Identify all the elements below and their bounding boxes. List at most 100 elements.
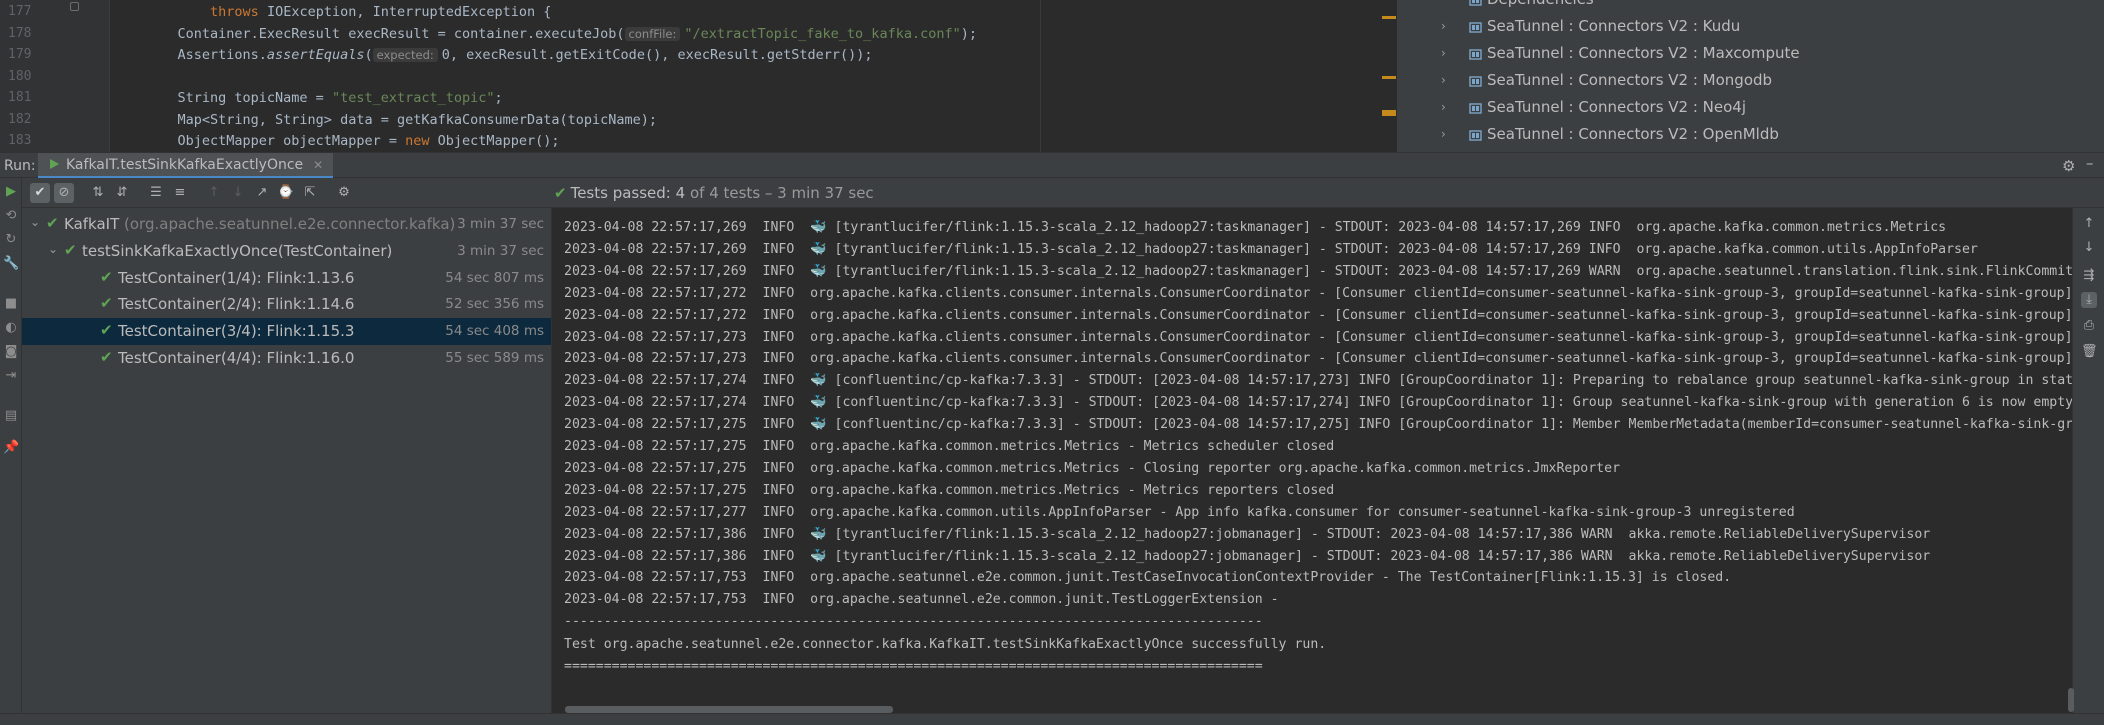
rerun-debug-icon[interactable]: ◐ bbox=[3, 320, 19, 336]
log-level: INFO bbox=[762, 504, 795, 520]
run-tool-window-header: Run: KafkaIT.testSinkKafkaExactlyOnce ✕ ⚙… bbox=[0, 152, 2104, 179]
log-message: [tyrantlucifer/flink:1.15.3-scala_2.12_h… bbox=[834, 526, 1931, 542]
log-level: INFO bbox=[762, 592, 795, 608]
project-tree[interactable]: Dependencies › SeaTunnel : Connectors V2 :… bbox=[1396, 0, 2104, 152]
fold-icon[interactable] bbox=[70, 2, 79, 11]
code-line[interactable]: Assertions.assertEquals(expected: 0, exec… bbox=[145, 47, 873, 63]
console-line: 2023-04-08 22:57:17,277 INFO org.apache.… bbox=[564, 505, 1795, 520]
test-tree-row[interactable]: ✔ TestContainer(2/4): Flink:1.14.6 52 sec… bbox=[22, 291, 551, 318]
project-tree-item[interactable]: › SeaTunnel : Connectors V2 : OpenMldb bbox=[1397, 122, 2104, 148]
expand-all-icon[interactable]: ☰ bbox=[146, 183, 166, 203]
code-line[interactable]: throws IOException, InterruptedException… bbox=[145, 4, 551, 20]
code-line[interactable]: Container.ExecResult execResult = contai… bbox=[145, 26, 977, 42]
previous-failed-icon[interactable]: ↑ bbox=[204, 183, 224, 203]
minimize-icon[interactable]: – bbox=[2086, 154, 2094, 172]
code-line[interactable]: Map<String, String> data = getKafkaConsu… bbox=[145, 111, 658, 128]
code-token: throws bbox=[210, 4, 259, 20]
console-line: 2023-04-08 22:57:17,386 INFO 🐳 [tyrantlu… bbox=[564, 549, 1930, 564]
horizontal-scrollbar[interactable] bbox=[565, 706, 893, 713]
scroll-down-icon[interactable]: ↓ bbox=[2081, 240, 2097, 256]
run-tab-title: KafkaIT.testSinkKafkaExactlyOnce bbox=[66, 157, 304, 173]
warning-marker[interactable] bbox=[1382, 110, 1396, 116]
sort-alpha-icon[interactable]: ⇅ bbox=[88, 183, 108, 203]
code-token: Map<String, String> data = getKafkaConsu… bbox=[145, 111, 658, 128]
print-icon[interactable]: ⎙ bbox=[2081, 318, 2097, 334]
log-timestamp: 2023-04-08 22:57:17,269 bbox=[564, 263, 747, 279]
project-tree-item[interactable]: › SeaTunnel : Connectors V2 : Maxcompute bbox=[1397, 41, 2104, 67]
test-duration: 52 sec 356 ms bbox=[445, 296, 544, 313]
chevron-down-icon[interactable]: ⌄ bbox=[48, 242, 58, 256]
clear-all-icon[interactable]: 🗑 bbox=[2081, 344, 2098, 360]
close-tab-icon[interactable]: ✕ bbox=[313, 158, 323, 172]
line-number: 178 bbox=[8, 25, 32, 41]
chevron-right-icon[interactable]: › bbox=[1441, 100, 1446, 114]
warning-marker[interactable] bbox=[1382, 76, 1396, 79]
pin-icon[interactable]: 📌 bbox=[3, 440, 19, 456]
console-separator: ========================================… bbox=[564, 659, 1263, 675]
project-tree-item[interactable]: › SeaTunnel : Connectors V2 : Kudu bbox=[1397, 14, 2104, 40]
rerun-icon[interactable]: ▶ bbox=[3, 184, 19, 200]
next-failed-icon[interactable]: ↓ bbox=[228, 183, 248, 203]
log-message: [tyrantlucifer/flink:1.15.3-scala_2.12_h… bbox=[834, 263, 2072, 279]
collapse-all-icon[interactable]: ≡ bbox=[170, 183, 190, 203]
console-line: 2023-04-08 22:57:17,274 INFO 🐳 [confluen… bbox=[564, 373, 2072, 388]
history-icon[interactable]: ⌚ bbox=[276, 183, 296, 203]
export-icon[interactable]: ⇱ bbox=[300, 183, 320, 203]
chevron-right-icon[interactable]: › bbox=[1441, 127, 1446, 141]
project-tree-item[interactable]: › SeaTunnel : Connectors V2 : Neo4j bbox=[1397, 95, 2104, 121]
import-tests-icon[interactable]: ↗ bbox=[252, 183, 272, 203]
settings-icon[interactable]: ⚙ bbox=[334, 183, 354, 203]
console-right-toolbar: ↑ ↓ ⇶ ⤓ ⎙ 🗑 bbox=[2072, 208, 2104, 713]
test-tree-row[interactable]: ✔ TestContainer(1/4): Flink:1.13.6 54 sec… bbox=[22, 265, 551, 292]
code-editor[interactable]: 177 178 179 180 181 182 183 throws IOException… bbox=[0, 0, 1396, 152]
sort-duration-icon[interactable]: ⇵ bbox=[112, 183, 132, 203]
test-tree[interactable]: ⌄ ✔ KafkaIT (org.apache.seatunnel.e2e.conn… bbox=[22, 208, 552, 713]
gear-icon[interactable]: ⚙ bbox=[2062, 157, 2075, 175]
console-output[interactable]: 2023-04-08 22:57:17,269 INFO 🐳 [tyrantlu… bbox=[552, 208, 2072, 713]
project-tree-item[interactable]: › SeaTunnel : Connectors V2 : Mongodb bbox=[1397, 68, 2104, 94]
warning-marker[interactable] bbox=[1382, 16, 1396, 19]
code-token: "test_extract_topic" bbox=[331, 90, 495, 106]
chevron-right-icon[interactable]: › bbox=[1441, 73, 1446, 87]
test-tree-row[interactable]: ⌄ ✔ KafkaIT (org.apache.seatunnel.e2e.conn… bbox=[22, 211, 551, 238]
test-tree-row[interactable]: ✔ TestContainer(3/4): Flink:1.15.3 54 sec… bbox=[22, 318, 551, 346]
vertical-scrollbar[interactable] bbox=[2068, 688, 2074, 712]
run-tab[interactable]: KafkaIT.testSinkKafkaExactlyOnce ✕ bbox=[38, 153, 334, 179]
module-icon bbox=[1469, 22, 1482, 33]
log-timestamp: 2023-04-08 22:57:17,274 bbox=[564, 373, 747, 389]
project-tree-label: SeaTunnel : Connectors V2 : Mongodb bbox=[1487, 71, 1773, 89]
scroll-to-end-icon[interactable]: ⤓ bbox=[2081, 292, 2097, 308]
log-level: INFO bbox=[762, 373, 795, 389]
stop-icon[interactable]: ■ bbox=[3, 296, 19, 312]
chevron-right-icon[interactable]: › bbox=[1441, 46, 1446, 60]
project-tree-item[interactable]: Dependencies bbox=[1397, 0, 2104, 13]
test-name: TestContainer(4/4): Flink:1.16.0 bbox=[118, 349, 355, 367]
console-separator: ----------------------------------------… bbox=[564, 614, 1263, 630]
code-token: "/extractTopic_fake_to_kafka.conf" bbox=[684, 25, 961, 42]
exit-icon[interactable]: ⇥ bbox=[3, 368, 19, 384]
settings-wrench-icon[interactable]: 🔧 bbox=[3, 256, 19, 272]
scroll-up-icon[interactable]: ↑ bbox=[2081, 216, 2097, 232]
rerun-failed-icon[interactable]: ⟲ bbox=[3, 208, 19, 224]
chevron-right-icon[interactable]: › bbox=[1441, 19, 1446, 33]
log-timestamp: 2023-04-08 22:57:17,275 bbox=[564, 439, 747, 454]
log-timestamp: 2023-04-08 22:57:17,269 bbox=[564, 241, 747, 257]
chevron-down-icon[interactable]: ⌄ bbox=[30, 215, 40, 229]
line-number: 177 bbox=[8, 4, 32, 19]
toggle-auto-test-icon[interactable]: ↻ bbox=[3, 232, 19, 248]
show-passed-icon[interactable]: ✔ bbox=[30, 183, 50, 203]
project-tree-label: Dependencies bbox=[1487, 0, 1594, 8]
layout-icon[interactable]: ▤ bbox=[3, 408, 19, 424]
show-ignored-icon[interactable]: ⊘ bbox=[54, 183, 74, 203]
passed-icon: ✔ bbox=[64, 240, 77, 259]
test-tree-row[interactable]: ✔ TestContainer(4/4): Flink:1.16.0 55 sec… bbox=[22, 345, 551, 372]
log-level: INFO bbox=[762, 439, 795, 454]
code-line[interactable]: String topicName = "test_extract_topic"; bbox=[145, 90, 503, 106]
soft-wrap-icon[interactable]: ⇶ bbox=[2081, 268, 2097, 284]
log-message: org.apache.kafka.clients.consumer.intern… bbox=[810, 307, 2072, 323]
test-name: TestContainer(1/4): Flink:1.13.6 bbox=[118, 268, 355, 287]
camera-icon[interactable]: ◙ bbox=[3, 344, 19, 360]
test-tree-row[interactable]: ⌄ ✔ testSinkKafkaExactlyOnce(TestContainer… bbox=[22, 238, 551, 265]
log-level: INFO bbox=[762, 482, 795, 498]
code-line[interactable]: ObjectMapper objectMapper = new ObjectMa… bbox=[145, 133, 560, 149]
